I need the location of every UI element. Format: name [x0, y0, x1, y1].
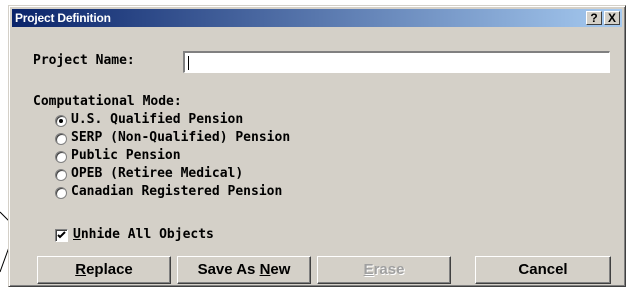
- help-button[interactable]: ?: [586, 11, 602, 25]
- radio-button[interactable]: [55, 187, 67, 199]
- button-label-rest: rase: [373, 261, 405, 278]
- radio-label: Canadian Registered Pension: [71, 184, 283, 199]
- checkmark-icon: [57, 231, 66, 239]
- save-as-new-button[interactable]: Save As New: [177, 256, 311, 284]
- unhide-all-objects-checkbox[interactable]: [55, 229, 68, 242]
- title-bar[interactable]: Project Definition ? X: [12, 9, 622, 27]
- replace-button[interactable]: Replace: [37, 256, 171, 284]
- mnemonic-n: N: [259, 261, 271, 278]
- close-button[interactable]: X: [604, 11, 620, 25]
- computational-mode-label: Computational Mode:: [33, 94, 182, 109]
- button-label-pre: Save As: [197, 261, 260, 278]
- unhide-all-objects-label[interactable]: Unhide All Objects: [73, 227, 214, 242]
- radio-button[interactable]: [55, 169, 67, 181]
- project-definition-dialog: Project Definition ? X Project Name: Com…: [8, 5, 626, 287]
- radio-label: Public Pension: [71, 148, 181, 163]
- mnemonic-r: R: [75, 261, 87, 278]
- radio-label: SERP (Non-Qualified) Pension: [71, 130, 291, 145]
- radio-dot-icon: [59, 119, 63, 123]
- button-label-rest: eplace: [86, 261, 133, 278]
- label-rest: nhide All Objects: [80, 227, 214, 242]
- radio-label: OPEB (Retiree Medical): [71, 166, 244, 181]
- mnemonic-e: E: [363, 261, 374, 278]
- project-name-input[interactable]: [183, 51, 610, 73]
- cancel-button[interactable]: Cancel: [475, 256, 611, 284]
- radio-button[interactable]: [55, 151, 67, 163]
- radio-button[interactable]: [55, 133, 67, 145]
- radio-label: U.S. Qualified Pension: [71, 112, 244, 127]
- text-caret: [188, 56, 189, 70]
- mnemonic-u: U: [73, 227, 81, 242]
- project-name-label: Project Name:: [33, 53, 135, 68]
- button-label-rest: ew: [270, 261, 291, 278]
- radio-button-selected[interactable]: [55, 115, 67, 127]
- erase-button[interactable]: Erase: [317, 256, 451, 284]
- window-title: Project Definition: [15, 11, 111, 25]
